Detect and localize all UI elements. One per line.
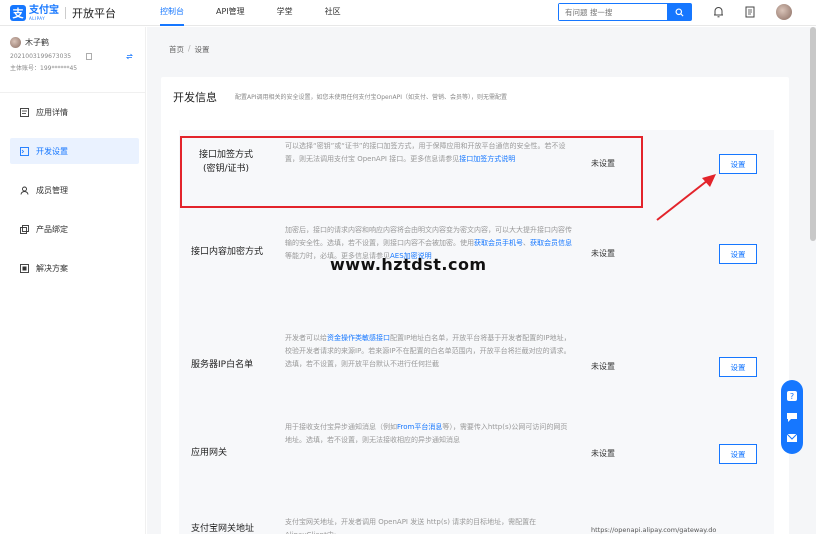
setting-status: 未设置 [591,449,615,458]
nav-academy[interactable]: 学堂 [277,0,293,26]
setting-label: 支付宝网关地址 [191,524,255,534]
sidebar-item-app-details[interactable]: 应用详情 [10,99,139,125]
member-phone-link[interactable]: 获取会员手机号 [474,239,523,247]
user-avatar[interactable] [776,4,792,20]
dev-settings-icon [20,146,29,156]
sidebar-item-solutions[interactable]: 解决方案 [10,255,139,281]
sidebar-item-label: 解决方案 [36,263,68,273]
watermark: www.hztdst.com [330,255,487,274]
sensitive-api-link[interactable]: 资金操作类敏感接口 [327,334,390,342]
search-box [558,3,692,21]
breadcrumb-home[interactable]: 首页 [169,44,184,55]
chat-icon[interactable] [786,411,798,423]
red-arrow-annotation [656,174,716,221]
sidebar-divider [0,92,146,93]
app-details-icon [20,107,29,117]
member-info-link[interactable]: 获取会员信息 [530,239,572,247]
app-id: 2021003199673035 [10,53,72,60]
ip-whitelist-set-button[interactable]: 设置 [719,357,757,377]
logo-text: 支付宝 ALIPAY [29,4,59,21]
help-icon[interactable]: ? [786,390,798,402]
members-icon [20,186,29,195]
search-button[interactable] [667,4,691,20]
setting-row-ip-whitelist: 服务器IP白名单 开发者可以给资金操作类敏感接口配置IP地址白名单，开放平台将基… [179,310,774,406]
setting-label: 接口内容加密方式 [191,247,264,257]
main-content: 首页 / 设置 开发信息 配置API调用相关的安全设置，如您未使用任何支付宝Op… [147,27,816,534]
sidebar-item-product-binding[interactable]: 产品绑定 [10,216,139,242]
highlight-box [180,136,643,208]
notification-bell-icon[interactable] [711,5,725,19]
logo-divider [65,7,66,19]
user-info: 木子鹤 2021003199673035 主体账号：199******45 [10,37,140,72]
setting-description: 用于接收支付宝异步通知消息（例如From平台消息等），需要传入http(s)公网… [285,423,568,444]
sidebar-item-dev-settings[interactable]: 开发设置 [10,138,139,164]
main-nav: 控制台 API管理 学堂 社区 [160,0,373,26]
page-scrollbar[interactable] [810,27,816,241]
alipay-logo[interactable]: 支 支付宝 ALIPAY 开放平台 [10,4,116,22]
app-gateway-set-button[interactable]: 设置 [719,444,757,464]
sidebar-item-label: 应用详情 [36,107,68,117]
logo-name-en: ALIPAY [29,15,46,21]
svg-text:?: ? [790,392,794,401]
nav-api-management[interactable]: API管理 [216,0,245,26]
setting-label: 服务器IP白名单 [191,360,254,370]
floating-help-bar: ? [781,380,803,454]
top-navbar: 支 支付宝 ALIPAY 开放平台 控制台 API管理 学堂 社区 [0,0,816,26]
breadcrumb: 首页 / 设置 [169,44,210,55]
sign-method-set-button[interactable]: 设置 [719,154,757,174]
encryption-set-button[interactable]: 设置 [719,244,757,264]
gateway-url: https://openapi.alipay.com/gateway.do [591,526,717,534]
setting-status: 未设置 [591,249,615,258]
search-icon [674,7,684,17]
alipay-logo-icon: 支 [10,5,26,21]
app-name: 木子鹤 [25,38,49,47]
setting-row-app-gateway: 应用网关 用于接收支付宝异步通知消息（例如From平台消息等），需要传入http… [179,406,774,486]
app-avatar [10,37,21,48]
setting-row-alipay-gateway: 支付宝网关地址 支付宝网关地址，开发者调用 OpenAPI 发送 http(s)… [179,486,774,534]
setting-label: 应用网关 [191,448,228,458]
sidebar-item-label: 产品绑定 [36,224,68,234]
sidebar-item-label: 开发设置 [36,146,68,156]
setting-status: 未设置 [591,362,615,371]
search-input[interactable] [559,4,667,20]
nav-console[interactable]: 控制台 [160,0,184,26]
breadcrumb-current: 设置 [194,45,210,54]
sidebar-item-label: 成员管理 [36,185,68,195]
panel-description: 配置API调用相关的安全设置，如您未使用任何支付宝OpenAPI（如支付、营销、… [235,94,508,101]
nav-community[interactable]: 社区 [325,0,341,26]
document-icon[interactable] [743,5,757,19]
panel-title: 开发信息 [173,91,217,104]
setting-description: 开发者可以给资金操作类敏感接口配置IP地址白名单，开放平台将基于开发者配置的IP… [285,334,571,368]
switch-icon[interactable] [126,53,134,60]
sidebar-menu: 应用详情 开发设置 成员管理 产品绑定 解决方案 [10,99,139,294]
breadcrumb-separator: / [188,44,191,53]
copy-icon[interactable] [86,53,93,60]
solutions-icon [20,263,29,273]
main-account: 主体账号：199******45 [10,65,78,72]
product-title: 开放平台 [72,7,116,20]
sidebar: 木子鹤 2021003199673035 主体账号：199******45 应用… [0,27,146,534]
product-binding-icon [20,224,29,234]
platform-message-link[interactable]: From平台消息 [397,423,442,431]
sidebar-item-members[interactable]: 成员管理 [10,177,139,203]
feedback-icon[interactable] [786,432,798,444]
logo-name-cn: 支付宝 [29,4,59,16]
setting-description: 支付宝网关地址，开发者调用 OpenAPI 发送 http(s) 请求的目标地址… [285,518,537,534]
